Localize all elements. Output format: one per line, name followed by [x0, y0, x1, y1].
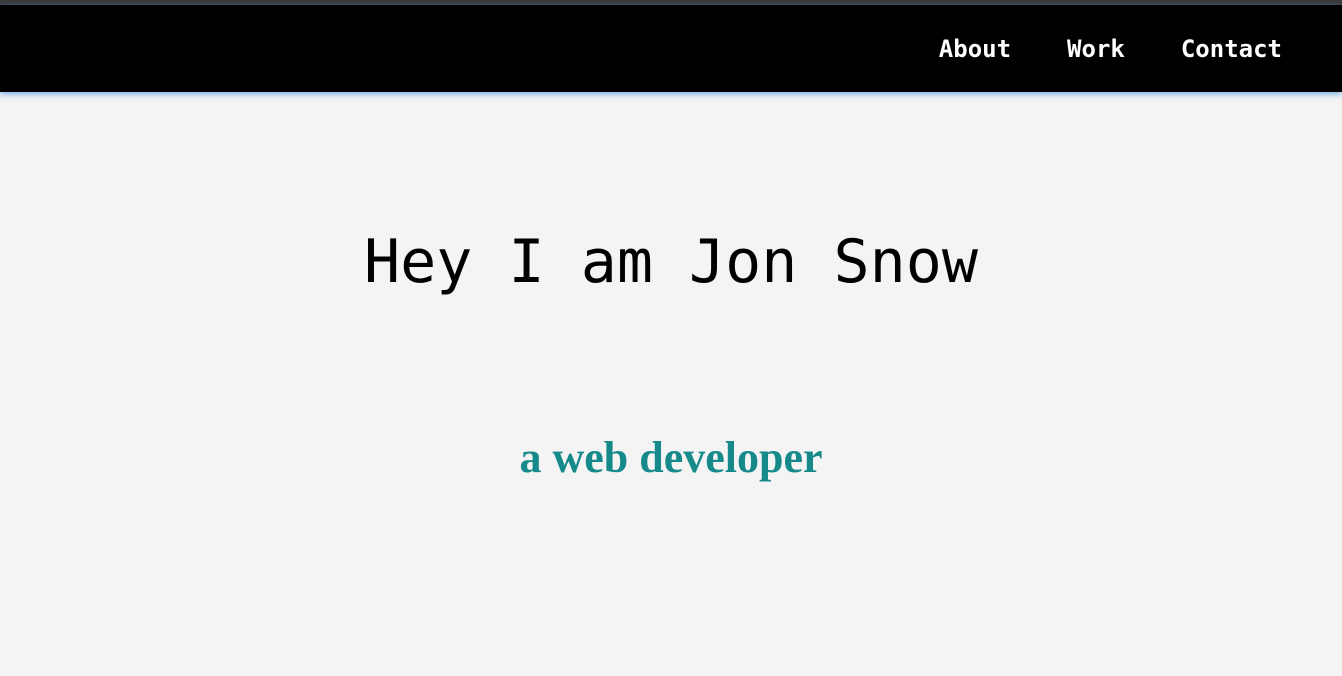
- nav-item-contact: Contact: [1181, 35, 1282, 63]
- nav-link-contact[interactable]: Contact: [1181, 35, 1282, 63]
- nav-item-about: About: [939, 35, 1011, 63]
- nav-item-work: Work: [1067, 35, 1125, 63]
- nav-link-about[interactable]: About: [939, 35, 1011, 63]
- nav-links: About Work Contact: [939, 5, 1282, 92]
- hero-title: Hey I am Jon Snow: [363, 227, 979, 297]
- nav-link-work[interactable]: Work: [1067, 35, 1125, 63]
- hero-subtitle: a web developer: [519, 433, 823, 482]
- navbar: About Work Contact: [0, 5, 1342, 92]
